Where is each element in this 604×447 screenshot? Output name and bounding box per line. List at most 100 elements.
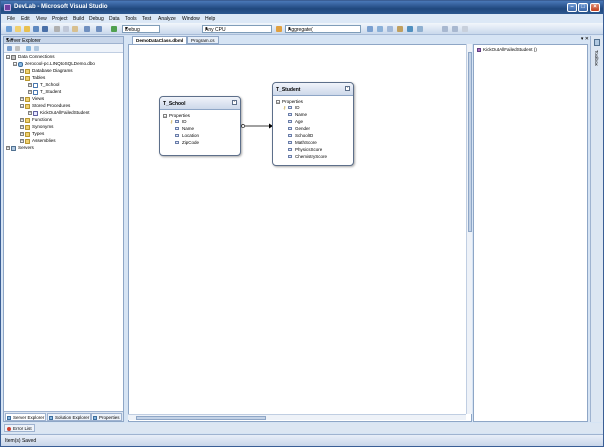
toolbox-icon[interactable] — [397, 26, 403, 32]
document-close-buttons[interactable]: ▾ ✕ — [581, 36, 589, 42]
menu-view[interactable]: View — [36, 16, 47, 22]
scroll-thumb[interactable] — [136, 416, 266, 420]
menu-tools[interactable]: Tools — [125, 16, 137, 22]
expand-icon[interactable]: + — [20, 69, 24, 73]
server-icon — [11, 145, 16, 151]
panel-header-buttons[interactable]: ▾ ✕ — [6, 37, 121, 43]
expand-icon[interactable]: + — [20, 97, 24, 101]
collapse-icon[interactable]: ˆ — [345, 86, 350, 91]
menu-file[interactable]: File — [7, 16, 15, 22]
expand-icon[interactable]: + — [28, 83, 32, 87]
property-chemistry-score[interactable]: ChemistryScore — [283, 154, 327, 159]
options-icon[interactable] — [417, 26, 423, 32]
tab-error-list[interactable]: Error List — [4, 424, 35, 432]
toolbox-strip[interactable]: Toolbox — [590, 36, 603, 422]
property-math-score[interactable]: MathScore — [283, 140, 317, 145]
menu-data[interactable]: Data — [109, 16, 120, 22]
property-name[interactable]: Name — [283, 112, 307, 117]
tab-solution-explorer[interactable]: Solution Explorer — [47, 413, 92, 421]
dbml-designer-surface[interactable]: T_School ˆ – Properties ⚷ ID Name Location… — [128, 44, 472, 422]
collapse-icon[interactable]: – — [276, 99, 280, 104]
expand-icon[interactable]: + — [20, 118, 24, 122]
method-kick-out-all-failed-student[interactable]: KickOutAllFailedStudent () — [477, 47, 537, 52]
property-icon — [288, 113, 292, 117]
menu-window[interactable]: Window — [182, 16, 200, 22]
close-button[interactable]: × — [590, 3, 600, 12]
entity-t-student[interactable]: T_Student ˆ – Properties ⚷ ID Name Age Gen… — [272, 82, 354, 166]
refresh-icon[interactable] — [7, 46, 12, 51]
collapse-icon[interactable]: ˆ — [232, 100, 237, 105]
menu-build[interactable]: Build — [73, 16, 84, 22]
connect-to-server-icon[interactable] — [34, 46, 39, 51]
properties-section[interactable]: – Properties — [276, 99, 303, 104]
property-gender[interactable]: Gender — [283, 126, 310, 131]
add-item-icon[interactable] — [15, 26, 21, 32]
property-location[interactable]: Location — [170, 133, 199, 138]
copy-icon[interactable] — [63, 26, 69, 32]
find-in-files-icon[interactable] — [276, 26, 282, 32]
configuration-select[interactable]: Debug ▾ — [122, 25, 160, 33]
start-page-icon[interactable] — [407, 26, 413, 32]
layout-icon[interactable] — [442, 26, 448, 32]
open-file-icon[interactable] — [24, 26, 30, 32]
tab-program-cs[interactable]: Program.cs — [187, 36, 219, 44]
collapse-icon[interactable]: – — [6, 55, 10, 59]
property-id[interactable]: ⚷ ID — [283, 105, 300, 110]
undo-icon[interactable] — [84, 26, 90, 32]
menu-project[interactable]: Project — [52, 16, 68, 22]
collapse-icon[interactable]: – — [20, 76, 24, 80]
title-bar: DevLab - Microsoft Visual Studio – □ × — [1, 1, 603, 14]
tab-server-explorer[interactable]: Server Explorer — [5, 413, 47, 421]
properties-window-icon[interactable] — [377, 26, 383, 32]
connect-to-database-icon[interactable] — [26, 46, 31, 51]
stop-refresh-icon[interactable] — [15, 46, 20, 51]
scroll-thumb[interactable] — [468, 52, 472, 232]
visual-studio-window: DevLab - Microsoft Visual Studio – □ × F… — [0, 0, 604, 447]
designer-vertical-scrollbar[interactable] — [466, 44, 472, 414]
save-all-icon[interactable] — [42, 26, 48, 32]
tab-properties[interactable]: Properties — [91, 413, 122, 421]
object-browser-icon[interactable] — [387, 26, 393, 32]
tab-demo-data-class-dbml[interactable]: DemoDataClass.dbml — [132, 36, 188, 44]
expand-icon[interactable]: + — [20, 139, 24, 143]
entity-t-school[interactable]: T_School ˆ – Properties ⚷ ID Name Location… — [159, 96, 241, 156]
menu-analyze[interactable]: Analyze — [158, 16, 176, 22]
collapse-icon[interactable]: – — [20, 104, 24, 108]
property-zipcode[interactable]: ZipCode — [170, 140, 199, 145]
paste-icon[interactable] — [72, 26, 78, 32]
expand-icon[interactable]: + — [20, 132, 24, 136]
maximize-button[interactable]: □ — [578, 3, 588, 12]
properties-section[interactable]: – Properties — [163, 113, 190, 118]
toolbox-label[interactable]: Toolbox — [594, 50, 599, 66]
find-combo[interactable]: Aggregate( ▾ — [285, 25, 361, 33]
property-physics-score[interactable]: PhysicsScore — [283, 147, 322, 152]
minimize-button[interactable]: – — [567, 3, 577, 12]
platform-select[interactable]: Any CPU ▾ — [202, 25, 272, 33]
redo-icon[interactable] — [96, 26, 102, 32]
solution-explorer-icon[interactable] — [367, 26, 373, 32]
menu-test[interactable]: Test — [142, 16, 151, 22]
property-school-id[interactable]: SchoolID — [283, 133, 313, 138]
expand-icon[interactable]: + — [28, 111, 32, 115]
grid-icon[interactable] — [462, 26, 468, 32]
start-debugging-icon[interactable] — [111, 26, 117, 32]
save-icon[interactable] — [33, 26, 39, 32]
expand-icon[interactable]: + — [20, 125, 24, 129]
property-icon — [175, 134, 179, 138]
menu-help[interactable]: Help — [205, 16, 215, 22]
menu-debug[interactable]: Debug — [89, 16, 104, 22]
expand-icon[interactable]: + — [6, 146, 10, 150]
collapse-icon[interactable]: – — [13, 62, 17, 66]
zoom-icon[interactable] — [452, 26, 458, 32]
method-icon — [477, 47, 481, 52]
menu-edit[interactable]: Edit — [21, 16, 30, 22]
property-name[interactable]: Name — [170, 126, 194, 131]
expand-icon[interactable]: + — [28, 90, 32, 94]
collapse-icon[interactable]: – — [163, 113, 167, 118]
designer-horizontal-scrollbar[interactable] — [128, 414, 466, 420]
database-icon — [18, 61, 23, 67]
property-age[interactable]: Age — [283, 119, 303, 124]
property-id[interactable]: ⚷ ID — [170, 119, 187, 124]
cut-icon[interactable] — [54, 26, 60, 32]
new-project-icon[interactable] — [6, 26, 12, 32]
